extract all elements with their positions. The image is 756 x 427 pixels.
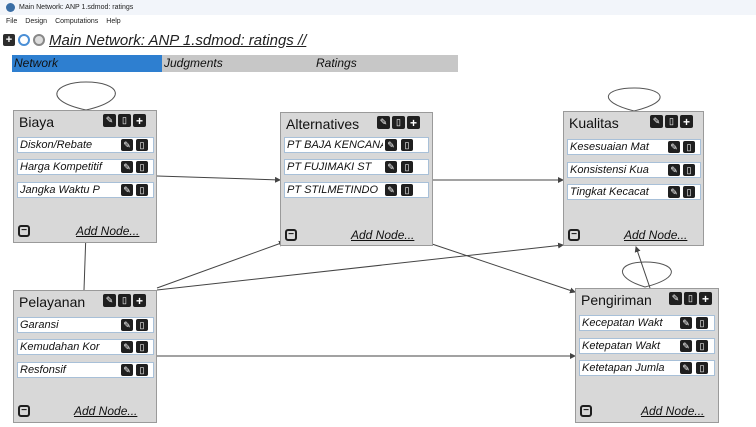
node-title: Alternatives [286,116,360,132]
window-title: Main Network: ANP 1.sdmod: ratings [19,4,134,11]
node-title: Pengiriman [581,292,652,308]
menu-design[interactable]: Design [25,18,47,25]
edit-icon[interactable] [121,161,133,173]
menu-computations[interactable]: Computations [55,18,98,25]
tab-ratings[interactable]: Ratings [314,55,456,72]
delete-icon[interactable] [696,340,708,352]
collapse-icon[interactable]: − [580,405,592,417]
delete-icon[interactable] [683,164,695,176]
menu-help[interactable]: Help [106,18,120,25]
delete-icon[interactable] [136,139,148,151]
edit-icon[interactable] [680,317,692,329]
edit-icon[interactable] [121,364,133,376]
add-node-link[interactable]: Add Node... [641,404,704,418]
collapse-icon[interactable]: − [18,225,30,237]
plus-icon[interactable]: + [3,34,15,46]
list-item[interactable]: Ketepatan Wakt [579,338,715,354]
edit-icon[interactable] [680,340,692,352]
delete-icon[interactable] [118,294,131,307]
delete-icon[interactable] [136,364,148,376]
list-item[interactable]: Ketetapan Jumla [579,360,715,376]
list-item[interactable]: Diskon/Rebate [17,137,154,153]
delete-icon[interactable] [118,114,131,127]
list-item[interactable]: Tingkat Kecacat [567,184,701,200]
delete-icon[interactable] [665,115,678,128]
edit-icon[interactable] [121,139,133,151]
edit-icon[interactable] [668,164,680,176]
edit-icon[interactable] [680,362,692,374]
delete-icon[interactable] [684,292,697,305]
list-item[interactable]: Kesesuaian Mat [567,139,701,155]
node-biaya[interactable]: Biaya Diskon/Rebate Harga Kompetitif Jan… [13,110,157,243]
edit-icon[interactable] [377,116,390,129]
tab-bar: Network Judgments Ratings [12,55,458,72]
list-item[interactable]: PT BAJA KENCANA [284,137,429,153]
delete-icon[interactable] [401,184,413,196]
node-title: Biaya [19,114,55,130]
delete-icon[interactable] [683,141,695,153]
edit-icon[interactable] [121,184,133,196]
circle-gray-icon[interactable] [33,34,45,46]
edit-icon[interactable] [385,184,397,196]
edit-icon[interactable] [668,141,680,153]
window-titlebar: Main Network: ANP 1.sdmod: ratings [0,0,756,15]
add-icon[interactable] [680,115,693,128]
edit-icon[interactable] [669,292,682,305]
collapse-icon[interactable]: − [568,229,580,241]
node-title: Pelayanan [19,294,86,310]
add-node-link[interactable]: Add Node... [624,228,687,242]
list-item[interactable]: Konsistensi Kua [567,162,701,178]
edit-icon[interactable] [103,294,116,307]
collapse-icon[interactable]: − [285,229,297,241]
list-item[interactable]: Harga Kompetitif [17,159,154,175]
list-item[interactable]: Garansi [17,317,154,333]
navigation-bar: + Main Network: ANP 1.sdmod: ratings // [0,27,756,53]
add-node-link[interactable]: Add Node... [351,228,414,242]
node-pelayanan[interactable]: Pelayanan Garansi Kemudahan Kor Resfonsi… [13,290,157,423]
network-path-link[interactable]: Main Network: ANP 1.sdmod: ratings // [49,32,306,49]
list-item[interactable]: Kemudahan Kor [17,339,154,355]
circle-icon[interactable] [18,34,30,46]
delete-icon[interactable] [136,161,148,173]
delete-icon[interactable] [136,184,148,196]
list-item[interactable]: PT FUJIMAKI ST [284,159,429,175]
delete-icon[interactable] [696,362,708,374]
add-icon[interactable] [133,294,146,307]
edit-icon[interactable] [121,341,133,353]
delete-icon[interactable] [683,186,695,198]
collapse-icon[interactable]: − [18,405,30,417]
delete-icon[interactable] [696,317,708,329]
edit-icon[interactable] [103,114,116,127]
list-item[interactable]: Kecepatan Wakt [579,315,715,331]
delete-icon[interactable] [136,319,148,331]
edit-icon[interactable] [121,319,133,331]
add-node-link[interactable]: Add Node... [76,224,139,238]
delete-icon[interactable] [401,139,413,151]
delete-icon[interactable] [401,161,413,173]
edit-icon[interactable] [650,115,663,128]
edit-icon[interactable] [385,139,397,151]
tab-network[interactable]: Network [12,55,162,72]
add-node-link[interactable]: Add Node... [74,404,137,418]
delete-icon[interactable] [136,341,148,353]
add-icon[interactable] [699,292,712,305]
node-title: Kualitas [569,115,619,131]
menu-file[interactable]: File [6,18,17,25]
delete-icon[interactable] [392,116,405,129]
node-kualitas[interactable]: Kualitas Kesesuaian Mat Konsistensi Kua … [563,111,704,246]
edit-icon[interactable] [385,161,397,173]
tab-judgments[interactable]: Judgments [162,55,314,72]
add-icon[interactable] [407,116,420,129]
node-pengiriman[interactable]: Pengiriman Kecepatan Wakt Ketepatan Wakt… [575,288,719,423]
list-item[interactable]: PT STILMETINDO [284,182,429,198]
menu-bar: File Design Computations Help [0,15,756,27]
list-item[interactable]: Resfonsif [17,362,154,378]
node-alternatives[interactable]: Alternatives PT BAJA KENCANA PT FUJIMAKI… [280,112,433,246]
edit-icon[interactable] [668,186,680,198]
add-icon[interactable] [133,114,146,127]
app-icon [6,3,15,12]
list-item[interactable]: Jangka Waktu P [17,182,154,198]
